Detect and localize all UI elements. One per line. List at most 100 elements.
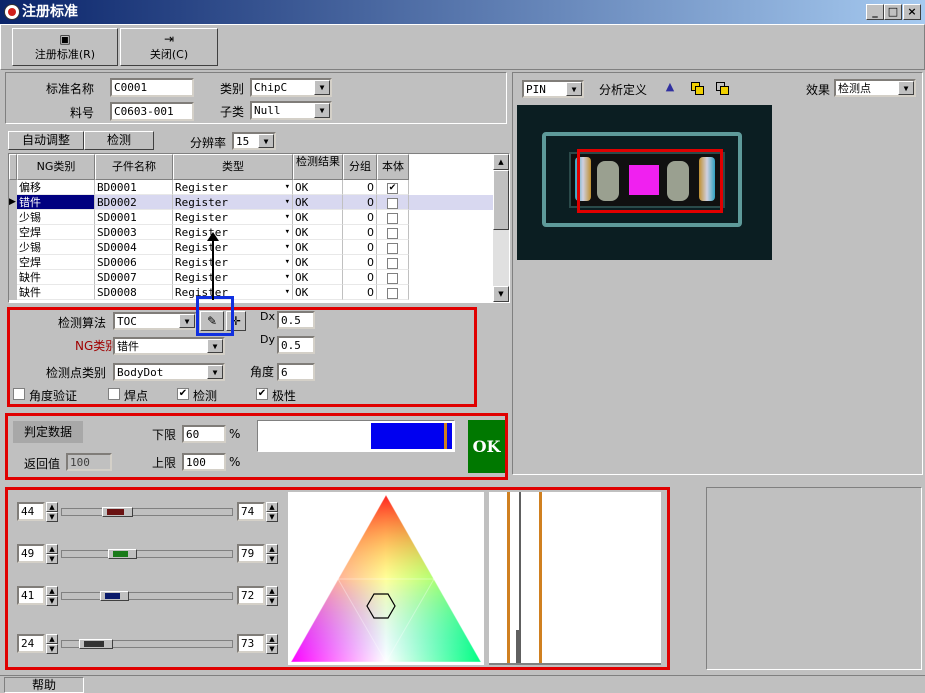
color-range-slider[interactable]: 49 ▲ ▼ 79 ▲ ▼ — [13, 542, 283, 568]
dropdown-arrow-icon[interactable]: ▼ — [314, 80, 330, 95]
cell-type[interactable]: Register ▾ — [173, 270, 293, 285]
cell-name[interactable]: SD0003 — [95, 225, 173, 240]
cell-type[interactable]: Register ▾ — [173, 225, 293, 240]
range-high-input[interactable]: 73 — [237, 634, 265, 653]
cell-group[interactable]: 0 — [343, 180, 377, 195]
range-track[interactable] — [61, 591, 233, 601]
lower-input[interactable]: 60 — [182, 425, 226, 443]
angle-input[interactable]: 6 — [277, 363, 315, 381]
point-type-select[interactable]: BodyDot ▼ — [113, 363, 225, 381]
body-checkbox[interactable]: ✔ — [387, 182, 398, 194]
dropdown-arrow-icon[interactable]: ▾ — [285, 240, 290, 254]
dropdown-arrow-icon[interactable]: ▾ — [285, 180, 290, 194]
spin-up-icon[interactable]: ▲ — [46, 502, 58, 512]
range-track[interactable] — [61, 549, 233, 559]
cell-result[interactable]: OK — [293, 195, 343, 210]
spin-up-icon[interactable]: ▲ — [46, 586, 58, 596]
dropdown-arrow-icon[interactable]: ▼ — [314, 103, 330, 118]
range-high-input[interactable]: 74 — [237, 502, 265, 521]
cell-body[interactable] — [377, 255, 409, 270]
part-no-input[interactable]: C0603-001 — [110, 102, 194, 121]
minimize-button[interactable]: _ — [866, 4, 884, 20]
close-window-button[interactable]: × — [903, 4, 921, 20]
cell-name[interactable]: SD0001 — [95, 210, 173, 225]
scroll-down-icon[interactable]: ▼ — [493, 286, 509, 302]
body-checkbox[interactable] — [387, 287, 398, 299]
detect-button[interactable]: 检测 — [84, 131, 154, 150]
cell-name[interactable]: SD0007 — [95, 270, 173, 285]
body-checkbox[interactable] — [387, 257, 398, 269]
cell-type[interactable]: Register ▾ — [173, 255, 293, 270]
dropdown-arrow-icon[interactable]: ▼ — [179, 314, 195, 328]
paste-icon[interactable] — [714, 80, 730, 96]
dropdown-arrow-icon[interactable]: ▼ — [258, 134, 274, 148]
cell-group[interactable]: 0 — [343, 195, 377, 210]
dropdown-arrow-icon[interactable]: ▾ — [285, 210, 290, 224]
range-thumb[interactable] — [79, 639, 113, 649]
cell-result[interactable]: OK — [293, 210, 343, 225]
dropdown-arrow-icon[interactable]: ▾ — [285, 270, 290, 284]
resolution-select[interactable]: 15 ▼ — [232, 132, 276, 150]
table-row[interactable]: 空焊 SD0006 Register ▾ OK 0 — [9, 255, 493, 270]
cell-result[interactable]: OK — [293, 180, 343, 195]
cell-body[interactable] — [377, 240, 409, 255]
cell-body[interactable]: ✔ — [377, 180, 409, 195]
spin-up-icon[interactable]: ▲ — [46, 544, 58, 554]
help-status[interactable]: 帮助 — [4, 677, 84, 693]
cell-body[interactable] — [377, 195, 409, 210]
effect-select[interactable]: 检测点 ▼ — [834, 79, 916, 97]
dropdown-arrow-icon[interactable]: ▾ — [285, 195, 290, 209]
cell-ng[interactable]: 缺件 — [17, 270, 95, 285]
cell-type[interactable]: Register ▾ — [173, 195, 293, 210]
color-range-slider[interactable]: 24 ▲ ▼ 73 ▲ ▼ — [13, 632, 283, 658]
body-checkbox[interactable] — [387, 212, 398, 224]
checkbox-box[interactable]: ✔ — [256, 388, 268, 400]
dropdown-arrow-icon[interactable]: ▾ — [285, 255, 290, 269]
spin-up-icon[interactable]: ▲ — [266, 502, 278, 512]
ng-select[interactable]: 错件 ▼ — [113, 337, 225, 355]
dropdown-arrow-icon[interactable]: ▼ — [207, 365, 223, 379]
cell-ng[interactable]: 偏移 — [17, 180, 95, 195]
cell-type[interactable]: Register ▾ — [173, 180, 293, 195]
cell-result[interactable]: OK — [293, 255, 343, 270]
cell-group[interactable]: 0 — [343, 240, 377, 255]
cell-ng[interactable]: 空焊 — [17, 255, 95, 270]
dropdown-arrow-icon[interactable]: ▾ — [285, 225, 290, 239]
spin-down-icon[interactable]: ▼ — [46, 596, 58, 606]
close-button[interactable]: ⇥ 关闭(C) — [120, 28, 218, 66]
dropdown-arrow-icon[interactable]: ▼ — [566, 82, 582, 96]
cell-name[interactable]: BD0002 — [95, 195, 173, 210]
table-row[interactable]: 偏移 BD0001 Register ▾ OK 0 ✔ — [9, 180, 493, 195]
range-thumb[interactable] — [108, 549, 137, 559]
dy-input[interactable]: 0.5 — [277, 336, 315, 354]
cell-body[interactable] — [377, 225, 409, 240]
color-range-slider[interactable]: 44 ▲ ▼ 74 ▲ ▼ — [13, 500, 283, 526]
table-row[interactable]: 缺件 SD0007 Register ▾ OK 0 — [9, 270, 493, 285]
range-low-input[interactable]: 44 — [17, 502, 45, 521]
spin-down-icon[interactable]: ▼ — [266, 512, 278, 522]
cell-body[interactable] — [377, 270, 409, 285]
cell-group[interactable]: 0 — [343, 225, 377, 240]
cell-name[interactable]: SD0004 — [95, 240, 173, 255]
cell-group[interactable]: 0 — [343, 255, 377, 270]
checkbox-box[interactable] — [108, 388, 120, 400]
body-checkbox[interactable] — [387, 197, 398, 209]
range-low-input[interactable]: 49 — [17, 544, 45, 563]
chart-icon[interactable]: ▲ — [662, 80, 678, 96]
body-checkbox[interactable] — [387, 242, 398, 254]
cell-group[interactable]: 0 — [343, 210, 377, 225]
cell-name[interactable]: BD0001 — [95, 180, 173, 195]
checkbox-box[interactable]: ✔ — [177, 388, 189, 400]
dropdown-arrow-icon[interactable]: ▼ — [898, 81, 914, 95]
cell-name[interactable]: SD0008 — [95, 285, 173, 300]
cell-ng[interactable]: 空焊 — [17, 225, 95, 240]
range-track[interactable] — [61, 639, 233, 649]
cell-ng[interactable]: 错件 — [17, 195, 95, 210]
cell-result[interactable]: OK — [293, 225, 343, 240]
dx-input[interactable]: 0.5 — [277, 311, 315, 329]
cell-ng[interactable]: 少锡 — [17, 210, 95, 225]
checkbox-box[interactable] — [13, 388, 25, 400]
table-row[interactable]: ▶ 错件 BD0002 Register ▾ OK 0 — [9, 195, 493, 210]
copy-icon[interactable] — [689, 80, 705, 96]
cell-body[interactable] — [377, 285, 409, 300]
